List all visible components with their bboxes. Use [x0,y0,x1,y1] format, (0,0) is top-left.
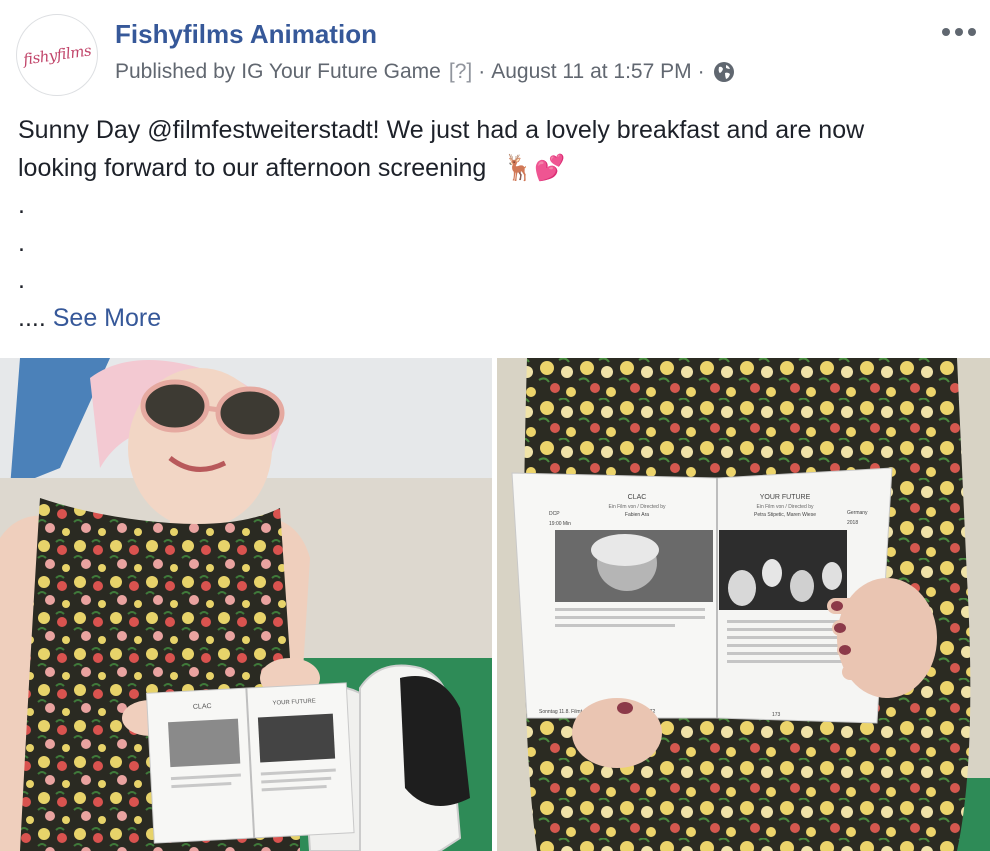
booklet-left-director: Fabien Ara [625,512,649,518]
post-text-line-1: Sunny Day @filmfestweiterstadt! We just … [18,116,865,144]
more-dot-3 [968,28,976,36]
ellipsis-text: .... [18,303,46,332]
more-dot-1 [942,28,950,36]
booklet-right-sub: Ein Film von / Directed by [757,504,814,510]
post-photo-left[interactable]: CLAC YOUR FUTURE [0,358,492,851]
post-dot-1: . [18,191,25,219]
globe-icon[interactable] [713,61,735,83]
see-more-line: .... See More [18,300,978,338]
booklet-left-sub: Ein Film von / Directed by [609,504,666,510]
booklet-right-title: YOUR FUTURE [760,494,811,501]
avatar-logo-text: fishyfilms [21,41,93,69]
post-text-line-2: looking forward to our afternoon screeni… [18,153,487,182]
post-meta: Published by IG Your Future Game [?] · A… [115,60,735,84]
published-by-label: Published by [115,60,236,83]
booklet-right-year: 2018 [847,520,858,526]
publisher-link[interactable]: IG Your Future Game [241,60,441,84]
meta-separator: · [478,60,486,83]
page-avatar[interactable]: fishyfilms [16,14,98,96]
booklet-left-format: DCP [549,511,560,517]
page-name-link[interactable]: Fishyfilms Animation [115,19,377,50]
emoji-deer-hearts: 🦌💕 [503,153,566,182]
meta-separator-2: · [697,60,705,83]
post-message: Sunny Day @filmfestweiterstadt! We just … [18,112,978,337]
booklet-footer-left: Sonntag 11.8. Filmt [539,709,583,715]
booklet-right-director: Petra Stipetic, Maren Wiese [754,512,816,518]
booklet-left-title: CLAC [628,494,647,501]
more-options-icon[interactable] [942,22,976,42]
post-photo-right[interactable]: CLAC Ein Film von / Directed by Fabien A… [497,358,990,851]
post-dot-3: . [18,266,25,294]
post-dot-2: . [18,228,25,257]
booklet-page-right: 173 [772,712,781,718]
booklet-right-country: Germany [847,510,868,516]
help-marker[interactable]: [?] [449,60,472,84]
post-timestamp[interactable]: August 11 at 1:57 PM [491,60,691,84]
see-more-link[interactable]: See More [53,304,161,332]
post-text-line-2-wrap: looking forward to our afternoon screeni… [18,150,978,188]
booklet-left-time: 19:00 Min [549,521,571,527]
left-booklet-title-l: CLAC [193,703,212,711]
more-dot-2 [955,28,963,36]
